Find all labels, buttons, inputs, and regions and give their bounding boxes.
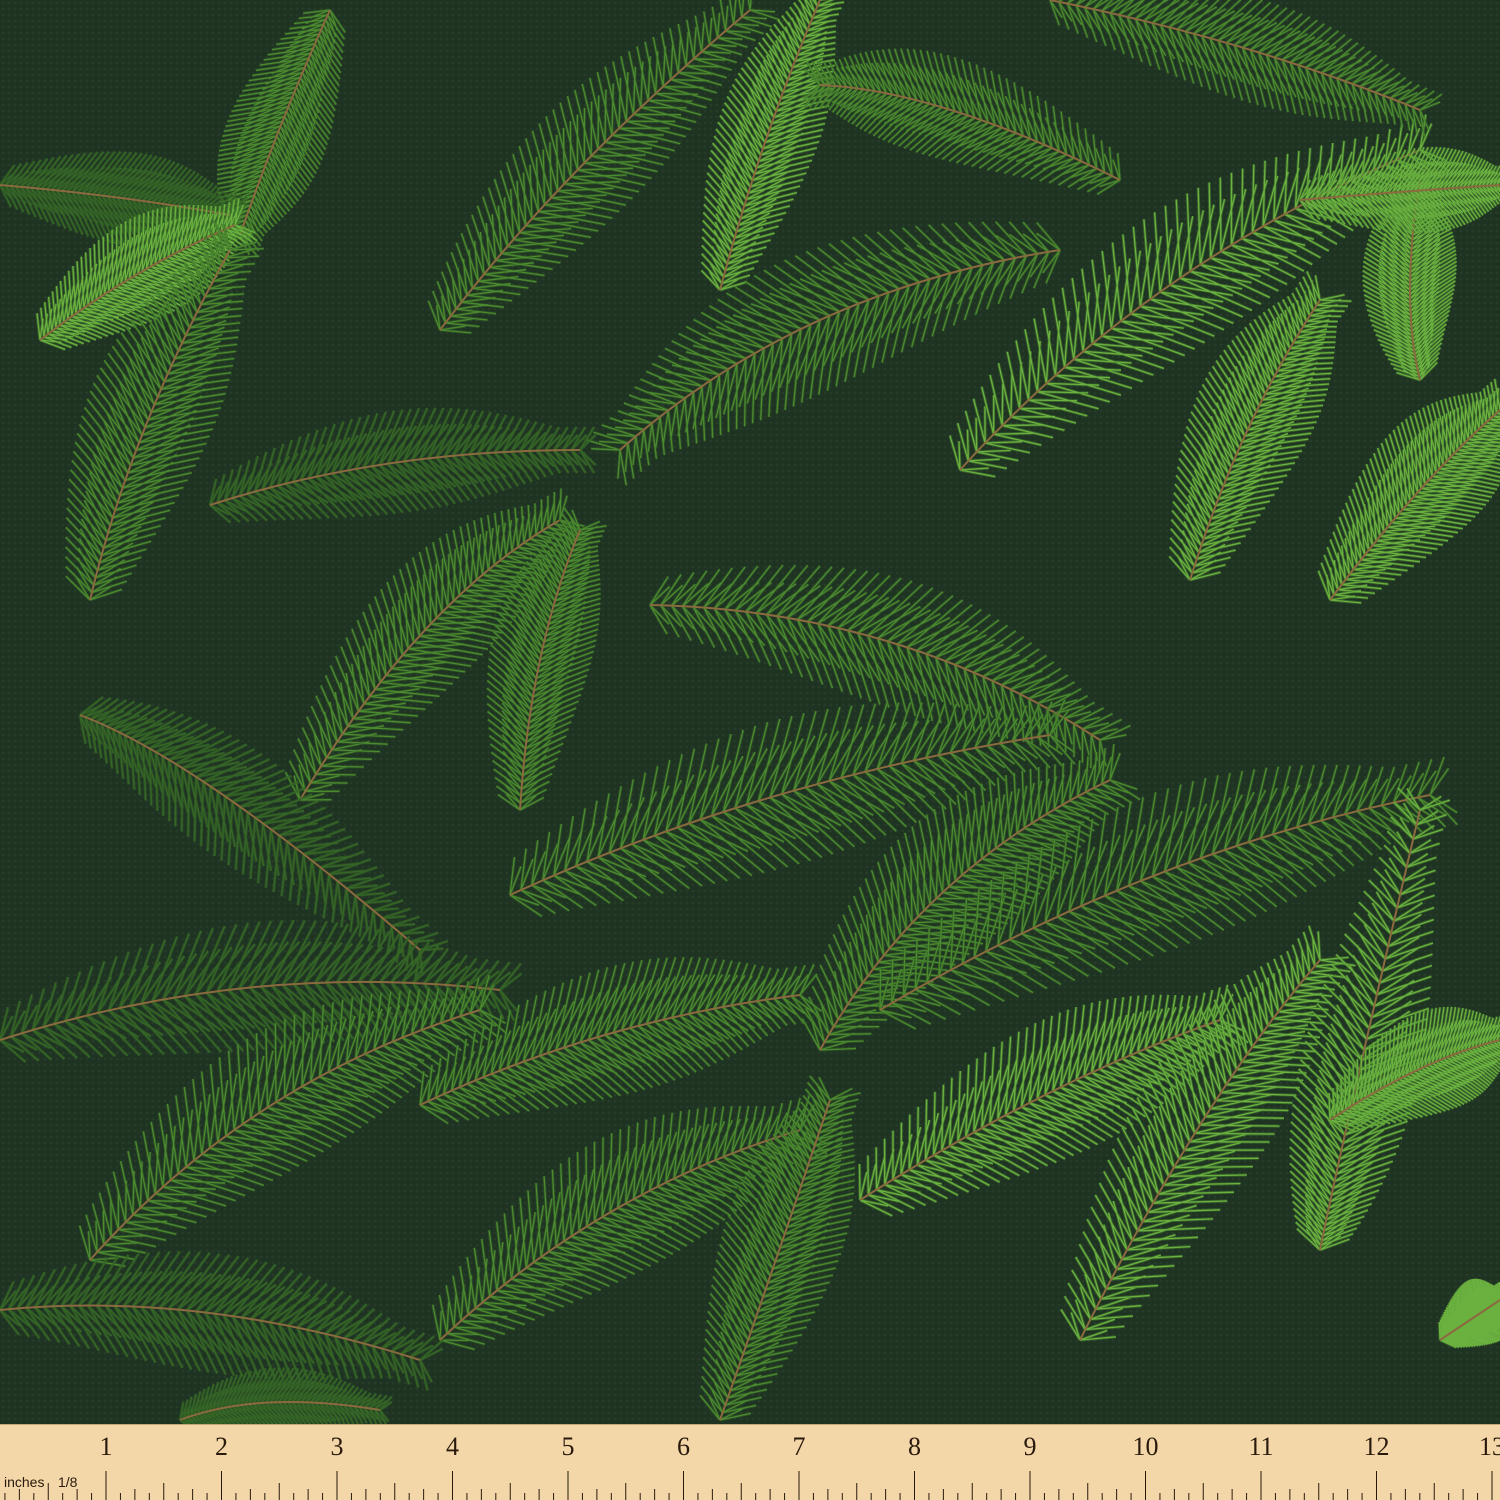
ruler-number: 8 [908,1432,921,1461]
ruler-number: 13 [1479,1432,1500,1461]
ruler-number: 7 [793,1432,806,1461]
ruler-number: 2 [215,1432,228,1461]
ruler-number: 6 [677,1432,690,1461]
ruler-ticks [4,1471,1493,1500]
ruler-number: 9 [1024,1432,1037,1461]
ruler-number: 12 [1364,1432,1390,1461]
pine-branch-pattern [0,0,1500,1424]
ruler-number: 4 [446,1432,459,1461]
ruler-unit-label: inches [4,1474,44,1490]
ruler-number: 3 [331,1432,344,1461]
ruler-number: 10 [1133,1432,1159,1461]
ruler-number: 5 [562,1432,575,1461]
fabric-swatch: 12345678910111213 inches 1/8 [0,0,1500,1500]
ruler-numbers: 12345678910111213 [100,1432,1500,1461]
ruler-fraction-label: 1/8 [58,1474,78,1490]
measuring-ruler: 12345678910111213 inches 1/8 [0,1424,1500,1500]
ruler-number: 11 [1248,1432,1273,1461]
ruler-number: 1 [100,1432,113,1461]
